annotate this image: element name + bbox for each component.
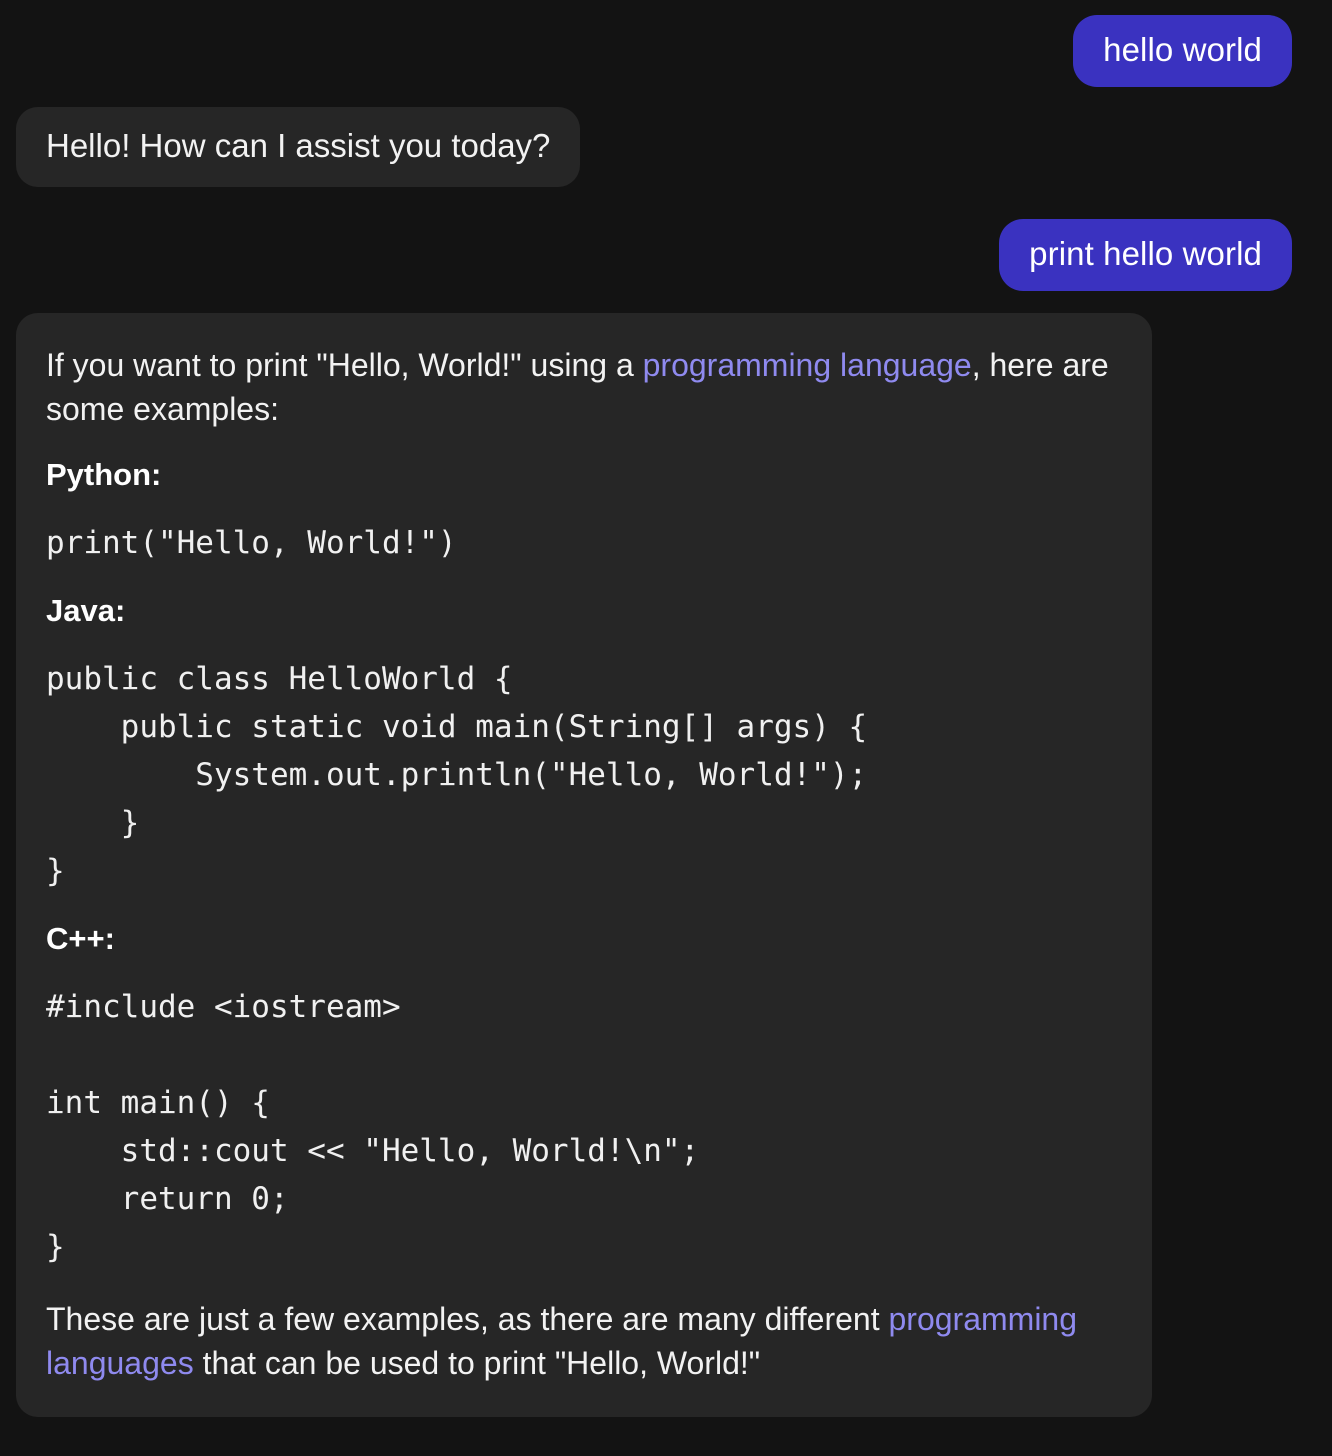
section-heading-cpp: C++: xyxy=(46,921,115,956)
assistant-answer-bubble[interactable]: If you want to print "Hello, World!" usi… xyxy=(16,313,1152,1417)
outro-text-before-link: These are just a few examples, as there … xyxy=(46,1301,889,1337)
message-row-user-1: hello world xyxy=(16,15,1292,87)
section-heading-python: Python: xyxy=(46,457,162,492)
answer-intro-paragraph: If you want to print "Hello, World!" usi… xyxy=(46,343,1122,431)
message-row-assistant-2: If you want to print "Hello, World!" usi… xyxy=(16,313,1292,1417)
section-heading-java: Java: xyxy=(46,593,126,628)
code-block-cpp[interactable]: #include <iostream> int main() { std::co… xyxy=(46,983,1122,1271)
user-message-bubble[interactable]: hello world xyxy=(1073,15,1292,87)
message-row-assistant-1: Hello! How can I assist you today? xyxy=(16,107,1292,187)
message-row-user-2: print hello world xyxy=(16,219,1292,291)
code-block-python[interactable]: print("Hello, World!") xyxy=(46,519,1122,567)
intro-text-before-link: If you want to print "Hello, World!" usi… xyxy=(46,347,643,383)
code-block-java[interactable]: public class HelloWorld { public static … xyxy=(46,655,1122,895)
user-message-bubble[interactable]: print hello world xyxy=(999,219,1292,291)
outro-text-after-link: that can be used to print "Hello, World!… xyxy=(193,1345,761,1381)
chat-conversation: hello world Hello! How can I assist you … xyxy=(0,0,1332,1456)
assistant-message-bubble[interactable]: Hello! How can I assist you today? xyxy=(16,107,581,187)
answer-outro-paragraph: These are just a few examples, as there … xyxy=(46,1297,1122,1385)
programming-language-link[interactable]: programming language xyxy=(643,347,972,383)
